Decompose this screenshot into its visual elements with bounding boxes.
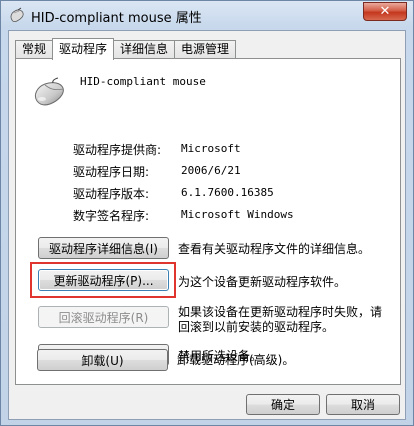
driver-details-button[interactable]: 驱动程序详细信息(I) — [38, 237, 169, 259]
tab-details[interactable]: 详细信息 — [113, 40, 176, 59]
driver-date-label: 驱动程序日期: — [73, 165, 150, 179]
driver-version-label: 驱动程序版本: — [73, 187, 150, 201]
update-driver-button[interactable]: 更新驱动程序(P)... — [38, 269, 169, 291]
properties-window: HID-compliant mouse 属性 ✕ 常规 驱动程序 详细信息 电源… — [0, 0, 414, 426]
window-title: HID-compliant mouse 属性 — [31, 11, 202, 26]
mouse-icon — [10, 7, 24, 23]
rollback-description-line1: 如果该设备在更新驱动程序时失败，请 — [178, 305, 383, 319]
driver-date-value: 2006/6/21 — [181, 164, 241, 177]
device-name: HID-compliant mouse — [80, 75, 206, 88]
uninstall-driver-description: 卸载驱动程序(高级)。 — [177, 353, 295, 367]
digital-signer-value: Microsoft Windows — [181, 208, 294, 221]
rollback-driver-description: 如果该设备在更新驱动程序时失败，请 回滚到以前安装的驱动程序。 — [178, 305, 382, 335]
mouse-icon — [34, 77, 64, 106]
tab-power-management[interactable]: 电源管理 — [174, 40, 237, 59]
ok-button[interactable]: 确定 — [246, 394, 320, 415]
update-driver-description: 为这个设备更新驱动程序软件。 — [178, 275, 347, 289]
dialog-client-area: 常规 驱动程序 详细信息 电源管理 HID-compliant mouse 驱动… — [8, 30, 406, 420]
driver-version-value: 6.1.7600.16385 — [181, 186, 274, 199]
digital-signer-label: 数字签名程序: — [73, 209, 150, 223]
uninstall-driver-button[interactable]: 卸载(U) — [37, 349, 168, 371]
tab-driver[interactable]: 驱动程序 — [52, 38, 115, 60]
rollback-driver-button[interactable]: 回滚驱动程序(R) — [38, 306, 169, 328]
driver-provider-label: 驱动程序提供商: — [73, 143, 162, 157]
title-bar[interactable]: HID-compliant mouse 属性 ✕ — [1, 1, 413, 29]
tab-general[interactable]: 常规 — [15, 40, 54, 59]
driver-details-description: 查看有关驱动程序文件的详细信息。 — [178, 242, 371, 256]
driver-provider-value: Microsoft — [181, 142, 241, 155]
driver-tab-panel: HID-compliant mouse 驱动程序提供商: Microsoft 驱… — [15, 58, 401, 385]
cancel-button[interactable]: 取消 — [326, 394, 400, 415]
rollback-description-line2: 回滚到以前安装的驱动程序。 — [178, 320, 335, 334]
close-icon: ✕ — [379, 4, 391, 19]
close-button[interactable]: ✕ — [363, 2, 407, 21]
tab-strip: 常规 驱动程序 详细信息 电源管理 — [15, 38, 237, 60]
